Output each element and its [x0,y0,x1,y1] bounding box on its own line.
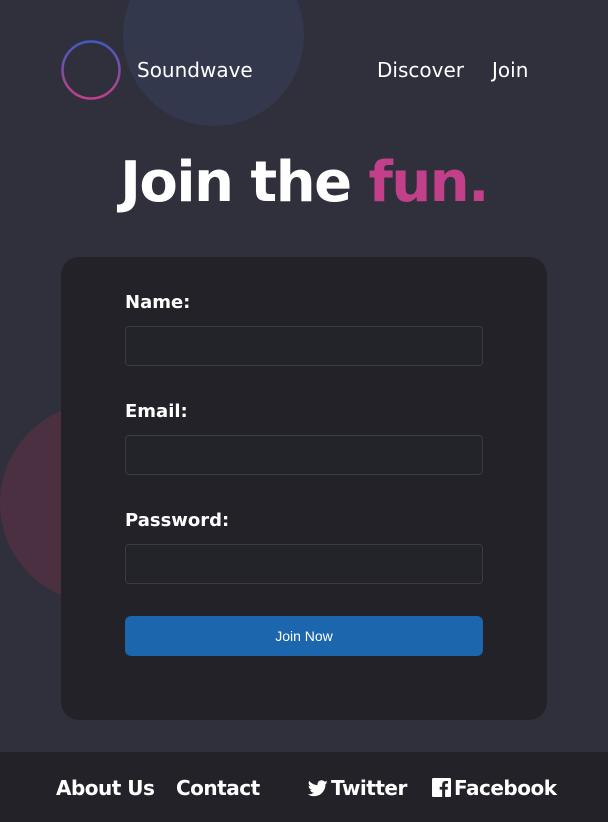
nav-join-link[interactable]: Join [492,57,528,83]
name-input[interactable] [125,326,483,366]
page-title-main: Join the [120,150,369,215]
page-title-accent: fun. [368,150,490,215]
site-header: Soundwave Discover Join [0,0,608,140]
site-footer: About Us Contact Twitter Facebook [0,752,608,822]
nav-discover-link[interactable]: Discover [377,57,464,83]
signup-form-card: Name: Email: Password: Join Now [61,257,547,720]
footer-facebook-label: Facebook [454,776,557,800]
soundwave-logo-icon[interactable] [61,40,121,100]
password-label: Password: [125,510,230,531]
email-input[interactable] [125,435,483,475]
footer-about-us-link[interactable]: About Us [56,776,155,800]
twitter-icon [308,780,328,797]
facebook-icon [432,778,451,797]
footer-facebook-link[interactable]: Facebook [432,776,557,800]
email-label: Email: [125,401,188,422]
password-input[interactable] [125,544,483,584]
footer-twitter-link[interactable]: Twitter [308,776,407,800]
page-title: Join the fun. [0,148,608,218]
join-now-button[interactable]: Join Now [125,616,483,656]
footer-contact-link[interactable]: Contact [176,776,260,800]
name-label: Name: [125,292,191,313]
brand-name[interactable]: Soundwave [137,57,253,83]
footer-twitter-label: Twitter [331,776,407,800]
